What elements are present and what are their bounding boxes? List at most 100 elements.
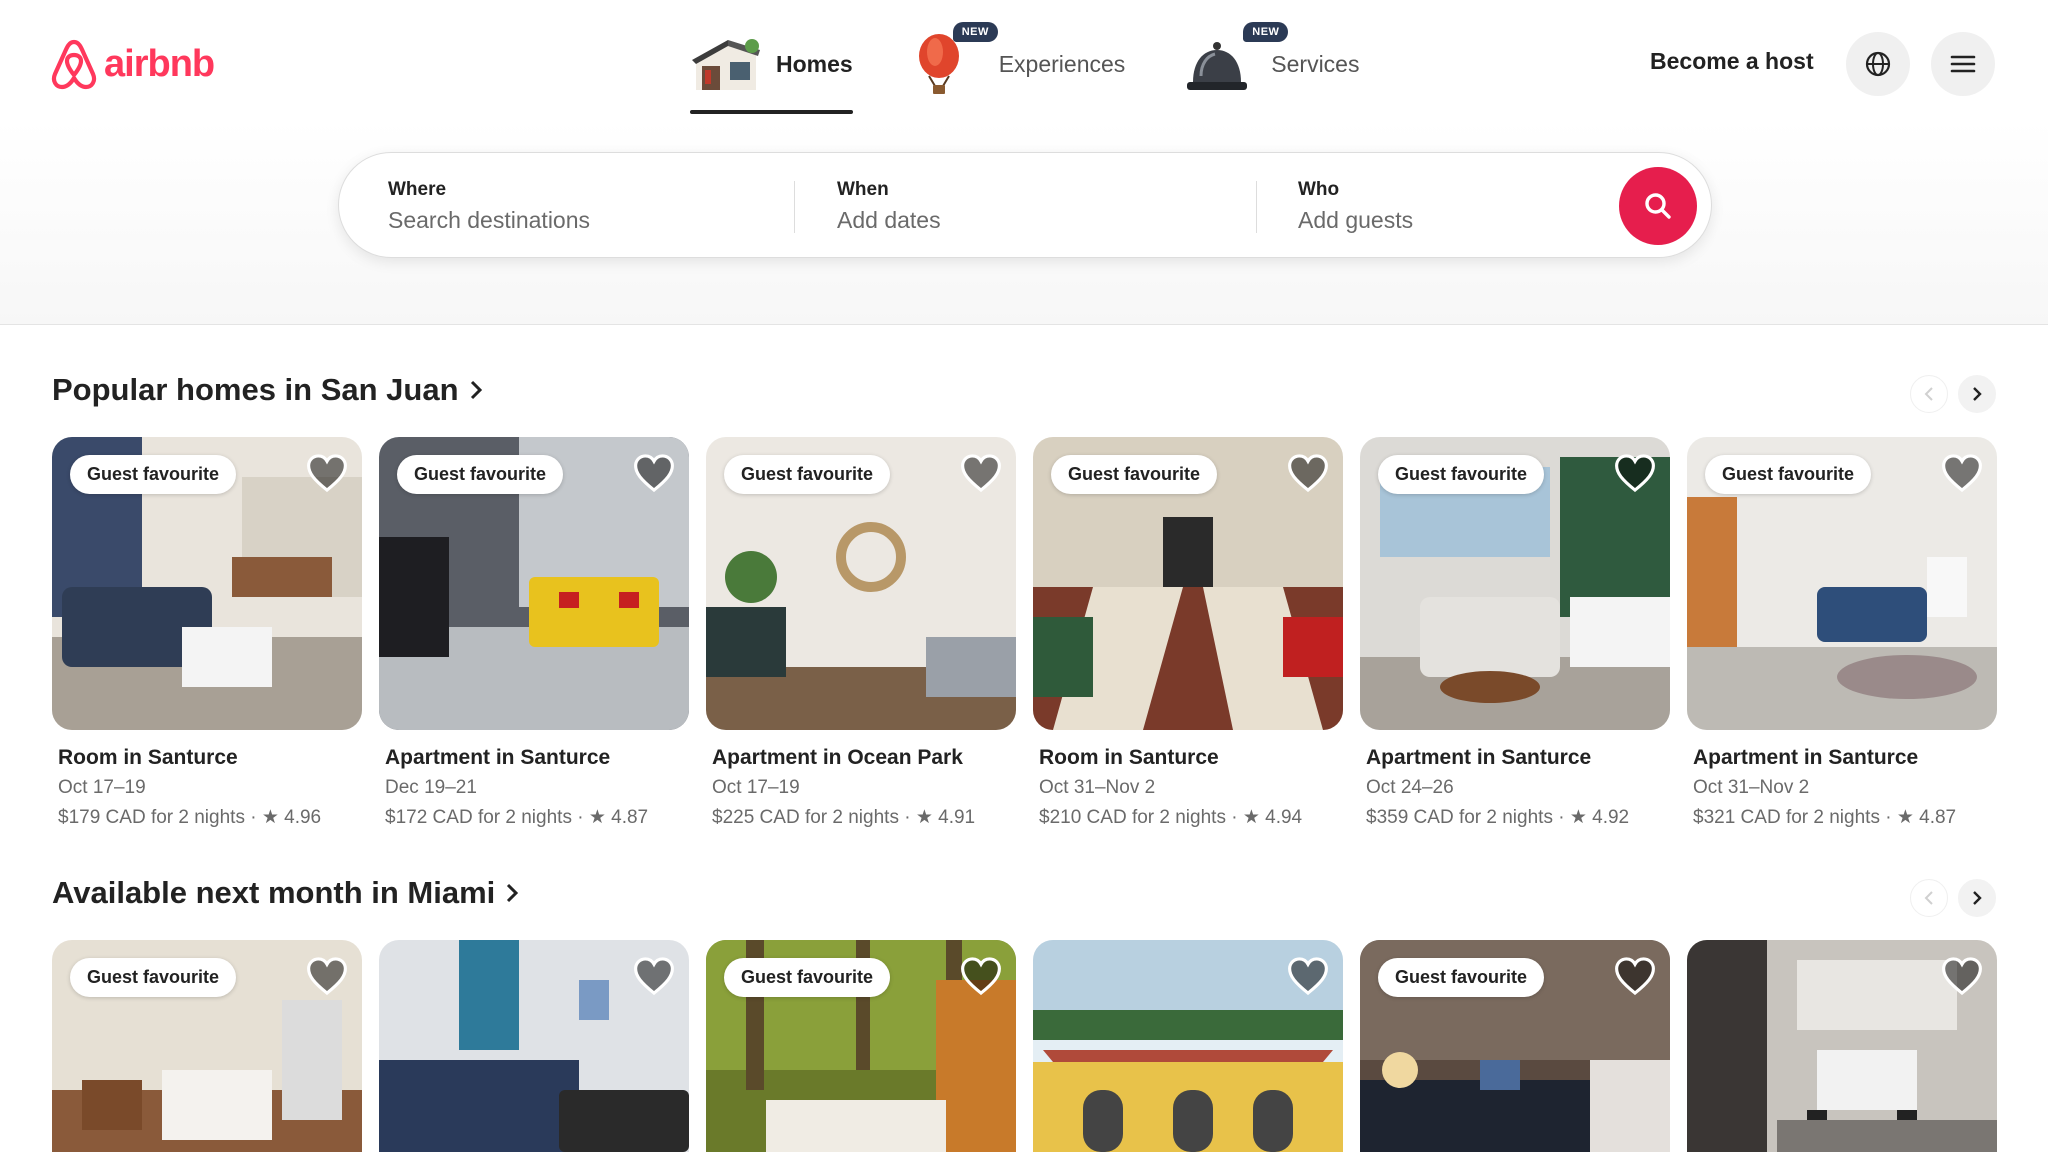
guest-favourite-badge: Guest favourite	[1051, 455, 1218, 494]
heart-icon[interactable]	[306, 956, 348, 996]
listing-title: Room in Santurce	[58, 746, 238, 769]
listing-photo[interactable]: Guest favourite	[706, 940, 1016, 1152]
listing-photo[interactable]: Guest favourite	[52, 940, 362, 1152]
new-badge-services: NEW	[1243, 22, 1289, 42]
hot-air-balloon-icon: NEW	[913, 22, 998, 96]
listing-photo[interactable]	[1687, 940, 1997, 1152]
who-label: Who	[1298, 179, 1340, 200]
chevron-right-icon	[507, 883, 519, 903]
listing-photo[interactable]: Guest favourite	[1687, 437, 1997, 730]
heart-icon[interactable]	[1287, 956, 1329, 996]
tab-homes-label: Homes	[776, 50, 853, 77]
listing-dates: Dec 19–21	[385, 777, 477, 798]
listing-price-rating: $321 CAD for 2 nights · ★ 4.87	[1693, 807, 1957, 828]
listing-card[interactable]	[379, 940, 689, 1152]
scroll-right-button[interactable]	[1958, 879, 1996, 917]
when-input[interactable]: Add dates	[837, 207, 1217, 234]
heart-icon[interactable]	[960, 453, 1002, 493]
heart-icon[interactable]	[960, 956, 1002, 996]
where-input[interactable]: Search destinations	[388, 207, 738, 234]
section-title-miami[interactable]: Available next month in Miami	[52, 875, 519, 911]
listing-dates: Oct 31–Nov 2	[1693, 777, 1810, 798]
tab-experiences-label: Experiences	[998, 50, 1126, 77]
heart-icon[interactable]	[1614, 453, 1656, 493]
house-icon	[692, 39, 760, 90]
main-menu-button[interactable]	[1931, 32, 1995, 96]
listing-price-rating: $210 CAD for 2 nights · ★ 4.94	[1039, 807, 1303, 828]
listing-photo[interactable]: Guest favourite	[379, 437, 689, 730]
heart-icon[interactable]	[306, 453, 348, 493]
search-divider	[1256, 181, 1257, 233]
listing-card[interactable]: Guest favourite Apartment in Santurce Oc…	[1687, 437, 1997, 829]
tab-homes[interactable]: Homes	[690, 28, 853, 114]
listing-card[interactable]: Guest favourite Apartment in Santurce De…	[379, 437, 689, 829]
tab-services[interactable]: NEW Services	[1185, 22, 1360, 100]
chevron-right-icon	[1973, 891, 1982, 905]
listing-card[interactable]: Guest favourite Apartment in Ocean Park …	[706, 437, 1016, 829]
guest-favourite-badge: Guest favourite	[1378, 455, 1545, 494]
who-input[interactable]: Add guests	[1298, 207, 1548, 234]
listing-price-rating: $172 CAD for 2 nights · ★ 4.87	[385, 807, 649, 828]
heart-icon[interactable]	[1941, 956, 1983, 996]
chevron-left-icon	[1924, 891, 1933, 905]
listing-photo[interactable]	[1033, 940, 1343, 1152]
guest-favourite-badge: Guest favourite	[1378, 958, 1545, 997]
listing-card[interactable]: Guest favourite Apartment in Santurce Oc…	[1360, 437, 1670, 829]
listing-dates: Oct 17–19	[712, 777, 800, 798]
listing-price-rating: $225 CAD for 2 nights · ★ 4.91	[712, 807, 976, 828]
scroll-left-button[interactable]	[1910, 879, 1948, 917]
search-divider	[794, 181, 795, 233]
section-title-san-juan[interactable]: Popular homes in San Juan	[52, 372, 483, 408]
where-field[interactable]: Where Search destinations	[388, 179, 738, 234]
listing-photo[interactable]: Guest favourite	[706, 437, 1016, 730]
tab-experiences[interactable]: NEW Experiences	[913, 22, 1126, 100]
listing-card[interactable]	[1687, 940, 1997, 1152]
search-button[interactable]	[1619, 167, 1697, 245]
listing-photo[interactable]: Guest favourite	[1360, 940, 1670, 1152]
section-title-text: Popular homes in San Juan	[52, 372, 459, 407]
listing-card[interactable]: Guest favourite	[1360, 940, 1670, 1152]
guest-favourite-badge: Guest favourite	[724, 958, 891, 997]
listing-card[interactable]: Guest favourite	[52, 940, 362, 1152]
listing-photo[interactable]: Guest favourite	[52, 437, 362, 730]
section-title-text: Available next month in Miami	[52, 875, 496, 910]
chevron-right-icon	[1973, 387, 1982, 401]
listing-photo[interactable]: Guest favourite	[1033, 437, 1343, 730]
become-a-host-link[interactable]: Become a host	[1650, 48, 1814, 75]
listing-photo[interactable]: Guest favourite	[1360, 437, 1670, 730]
listing-title: Apartment in Santurce	[1366, 746, 1592, 769]
chevron-right-icon	[470, 380, 482, 400]
heart-icon[interactable]	[1614, 956, 1656, 996]
listing-card[interactable]	[1033, 940, 1343, 1152]
when-field[interactable]: When Add dates	[837, 179, 1217, 234]
scroll-right-button[interactable]	[1958, 375, 1996, 413]
guest-favourite-badge: Guest favourite	[1705, 455, 1872, 494]
search-icon	[1645, 193, 1671, 219]
heart-icon[interactable]	[633, 453, 675, 493]
heart-icon[interactable]	[1941, 453, 1983, 493]
logo-wordmark: airbnb	[104, 42, 215, 85]
where-label: Where	[388, 179, 447, 200]
heart-icon[interactable]	[633, 956, 675, 996]
scroll-left-button[interactable]	[1910, 375, 1948, 413]
guest-favourite-badge: Guest favourite	[724, 455, 891, 494]
listing-title: Apartment in Santurce	[385, 746, 611, 769]
service-bell-icon: NEW	[1185, 22, 1289, 96]
hamburger-menu-icon	[1950, 55, 1976, 73]
language-button[interactable]	[1846, 32, 1910, 96]
tab-services-label: Services	[1271, 50, 1360, 77]
listing-title: Room in Santurce	[1039, 746, 1219, 769]
listing-card[interactable]: Guest favourite	[706, 940, 1016, 1152]
when-label: When	[837, 179, 889, 200]
heart-icon[interactable]	[1287, 453, 1329, 493]
listing-price-rating: $359 CAD for 2 nights · ★ 4.92	[1366, 807, 1630, 828]
airbnb-logo-icon	[51, 39, 97, 90]
guest-favourite-badge: Guest favourite	[70, 455, 237, 494]
listing-photo[interactable]	[379, 940, 689, 1152]
airbnb-logo[interactable]: airbnb	[50, 36, 215, 92]
active-tab-indicator	[690, 110, 853, 114]
listing-card[interactable]: Guest favourite Room in Santurce Oct 31–…	[1033, 437, 1343, 829]
listing-card[interactable]: Guest favourite Room in Santurce Oct 17–…	[52, 437, 362, 829]
who-field[interactable]: Who Add guests	[1298, 179, 1548, 234]
listing-price-rating: $179 CAD for 2 nights · ★ 4.96	[58, 807, 322, 828]
